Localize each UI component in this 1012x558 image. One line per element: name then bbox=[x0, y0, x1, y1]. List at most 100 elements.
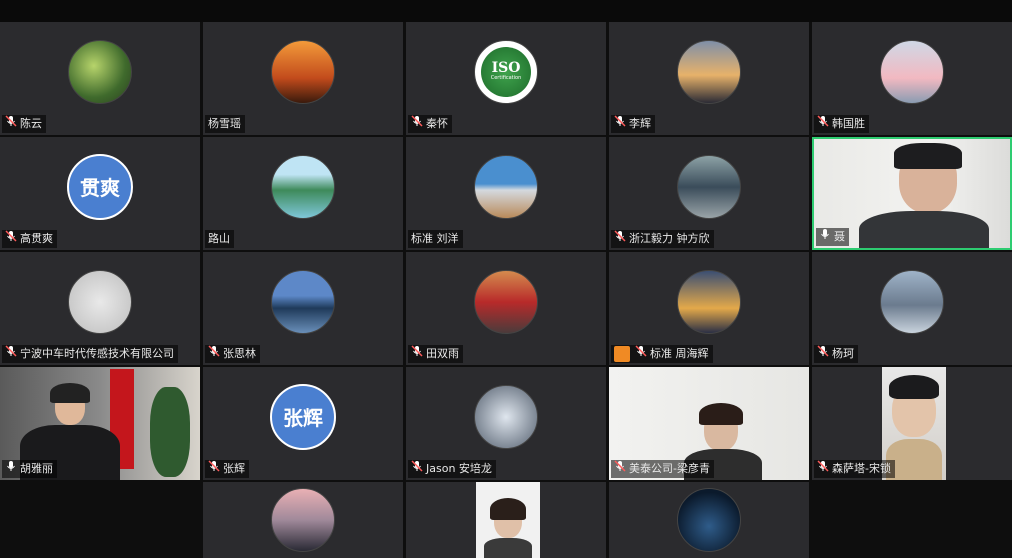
mic-muted-icon bbox=[208, 345, 220, 363]
avatar-snow-peak bbox=[880, 269, 944, 334]
participant-name: 宁波中车时代传感技术有限公司 bbox=[20, 347, 174, 360]
participant-tile[interactable]: 路山 bbox=[203, 137, 403, 250]
participant-name-label: 聂 bbox=[816, 228, 849, 246]
avatar-planet-figure bbox=[677, 488, 741, 552]
mic-muted-icon bbox=[411, 115, 423, 133]
participant-name-label: 韩国胜 bbox=[814, 115, 869, 133]
avatar-branches bbox=[68, 269, 132, 334]
avatar-forest bbox=[68, 39, 132, 104]
participant-tile[interactable]: 李辉 bbox=[609, 22, 809, 135]
mic-muted-icon bbox=[817, 345, 829, 363]
participant-name: 胡雅丽 bbox=[20, 462, 53, 475]
mic-muted-icon bbox=[614, 115, 626, 133]
participant-name: 杨雪瑶 bbox=[208, 117, 241, 130]
participant-name-label: 胡雅丽 bbox=[2, 460, 57, 478]
mic-icon bbox=[5, 460, 17, 478]
participant-name-label: 高贯爽 bbox=[2, 230, 57, 248]
mic-muted-icon bbox=[5, 230, 17, 248]
participant-name: 陈云 bbox=[20, 117, 42, 130]
participant-name-label: 路山 bbox=[205, 230, 234, 248]
mic-muted-icon bbox=[5, 345, 17, 363]
mic-muted-icon bbox=[411, 345, 423, 363]
participant-tile[interactable]: 胡雅丽 bbox=[0, 367, 200, 480]
mic-muted-icon bbox=[614, 230, 626, 248]
participant-name-label: 杨珂 bbox=[814, 345, 858, 363]
participant-name: 标准 周海辉 bbox=[650, 347, 709, 360]
participant-tile[interactable]: 标准 刘洋 bbox=[406, 137, 606, 250]
mic-muted-icon bbox=[635, 345, 647, 363]
participant-tile[interactable]: 田双雨 bbox=[406, 252, 606, 365]
participant-tile[interactable]: 森萨塔-宋锁 bbox=[812, 367, 1012, 480]
participant-tile[interactable]: 美泰公司-梁彦青 bbox=[609, 367, 809, 480]
avatar-karst-river bbox=[271, 154, 335, 219]
participant-name: 张辉 bbox=[223, 462, 245, 475]
participant-name: 标准 刘洋 bbox=[411, 232, 459, 245]
participant-name-label: 宁波中车时代传感技术有限公司 bbox=[2, 345, 178, 363]
participant-name: 高贯爽 bbox=[20, 232, 53, 245]
participant-name: Jason 安培龙 bbox=[426, 462, 492, 475]
participant-tile[interactable]: 杨珂 bbox=[812, 252, 1012, 365]
participant-name-label: 浙江毅力 钟方欣 bbox=[611, 230, 714, 248]
participant-tile[interactable]: 标准 周海辉 bbox=[609, 252, 809, 365]
video-feed bbox=[406, 482, 606, 558]
host-badge-icon bbox=[614, 346, 630, 362]
participant-name-label: 秦怀 bbox=[408, 115, 452, 133]
avatar-dandelion bbox=[677, 39, 741, 104]
avatar-initials: 张辉 bbox=[270, 383, 336, 450]
mic-muted-icon bbox=[208, 460, 220, 478]
participant-tile[interactable]: 聂 bbox=[812, 137, 1012, 250]
participant-name-label: 田双雨 bbox=[408, 345, 463, 363]
participant-name-label: 标准 周海辉 bbox=[611, 345, 713, 363]
participant-name: 森萨塔-宋锁 bbox=[832, 462, 891, 475]
participant-name-label: 张思林 bbox=[205, 345, 260, 363]
participant-name-label: 标准 刘洋 bbox=[408, 230, 463, 248]
participant-name: 韩国胜 bbox=[832, 117, 865, 130]
avatar-gold-mountain bbox=[677, 269, 741, 334]
participant-name: 秦怀 bbox=[426, 117, 448, 130]
participant-name-label: 杨雪瑶 bbox=[205, 115, 245, 133]
participant-name-label: 森萨塔-宋锁 bbox=[814, 460, 895, 478]
mic-muted-icon bbox=[411, 460, 423, 478]
participant-tile[interactable]: 张思林 bbox=[203, 252, 403, 365]
mic-muted-icon bbox=[817, 115, 829, 133]
avatar-initials-text: 张辉 bbox=[283, 406, 323, 431]
mic-muted-icon bbox=[5, 115, 17, 133]
participant-name-label: Jason 安培龙 bbox=[408, 460, 496, 478]
participant-tile[interactable]: 宁波中车时代传感技术有限公司 bbox=[0, 252, 200, 365]
mic-muted-icon bbox=[614, 460, 626, 478]
participant-name: 杨珂 bbox=[832, 347, 854, 360]
participant-tile[interactable] bbox=[406, 482, 606, 558]
avatar-sunset-tower bbox=[271, 39, 335, 104]
participant-name: 路山 bbox=[208, 232, 230, 245]
avatar-flowers bbox=[474, 269, 538, 334]
participant-name-label: 张辉 bbox=[205, 460, 249, 478]
avatar-astronaut bbox=[880, 39, 944, 104]
avatar-runner bbox=[677, 154, 741, 219]
iso-text: ISO bbox=[491, 60, 521, 77]
participant-tile[interactable]: 陈云 bbox=[0, 22, 200, 135]
participant-tile[interactable]: 韩国胜 bbox=[812, 22, 1012, 135]
participant-tile[interactable]: ISO Certification 秦怀 bbox=[406, 22, 606, 135]
participant-name-label: 美泰公司-梁彦青 bbox=[611, 460, 714, 478]
participant-tile[interactable]: 浙江毅力 钟方欣 bbox=[609, 137, 809, 250]
avatar-eagle bbox=[474, 384, 538, 449]
participant-name: 聂 bbox=[834, 230, 845, 243]
mic-muted-icon bbox=[817, 460, 829, 478]
participant-tile[interactable]: 杨雪瑶 bbox=[203, 22, 403, 135]
iso-subtext: Certification bbox=[490, 75, 522, 82]
top-bar bbox=[0, 0, 1012, 22]
participant-tile[interactable]: 贯爽高贯爽 bbox=[0, 137, 200, 250]
participant-tile[interactable]: Jason 安培龙 bbox=[406, 367, 606, 480]
avatar-beach bbox=[474, 154, 538, 219]
participant-name-label: 李辉 bbox=[611, 115, 655, 133]
video-grid: 陈云 杨雪瑶 ISO Certification 秦怀 李辉 韩国胜 贯爽 高贯爽 路山 标准 刘洋… bbox=[0, 22, 1012, 558]
participant-name: 美泰公司-梁彦青 bbox=[629, 462, 710, 475]
avatar-city-lake bbox=[271, 269, 335, 334]
participant-tile[interactable]: 张辉 张辉 bbox=[203, 367, 403, 480]
avatar-initials-text: 贯爽 bbox=[80, 176, 120, 201]
participant-tile[interactable] bbox=[203, 482, 403, 558]
mic-icon bbox=[819, 228, 831, 246]
participant-tile[interactable] bbox=[609, 482, 809, 558]
participant-name: 李辉 bbox=[629, 117, 651, 130]
participant-name-label: 陈云 bbox=[2, 115, 46, 133]
